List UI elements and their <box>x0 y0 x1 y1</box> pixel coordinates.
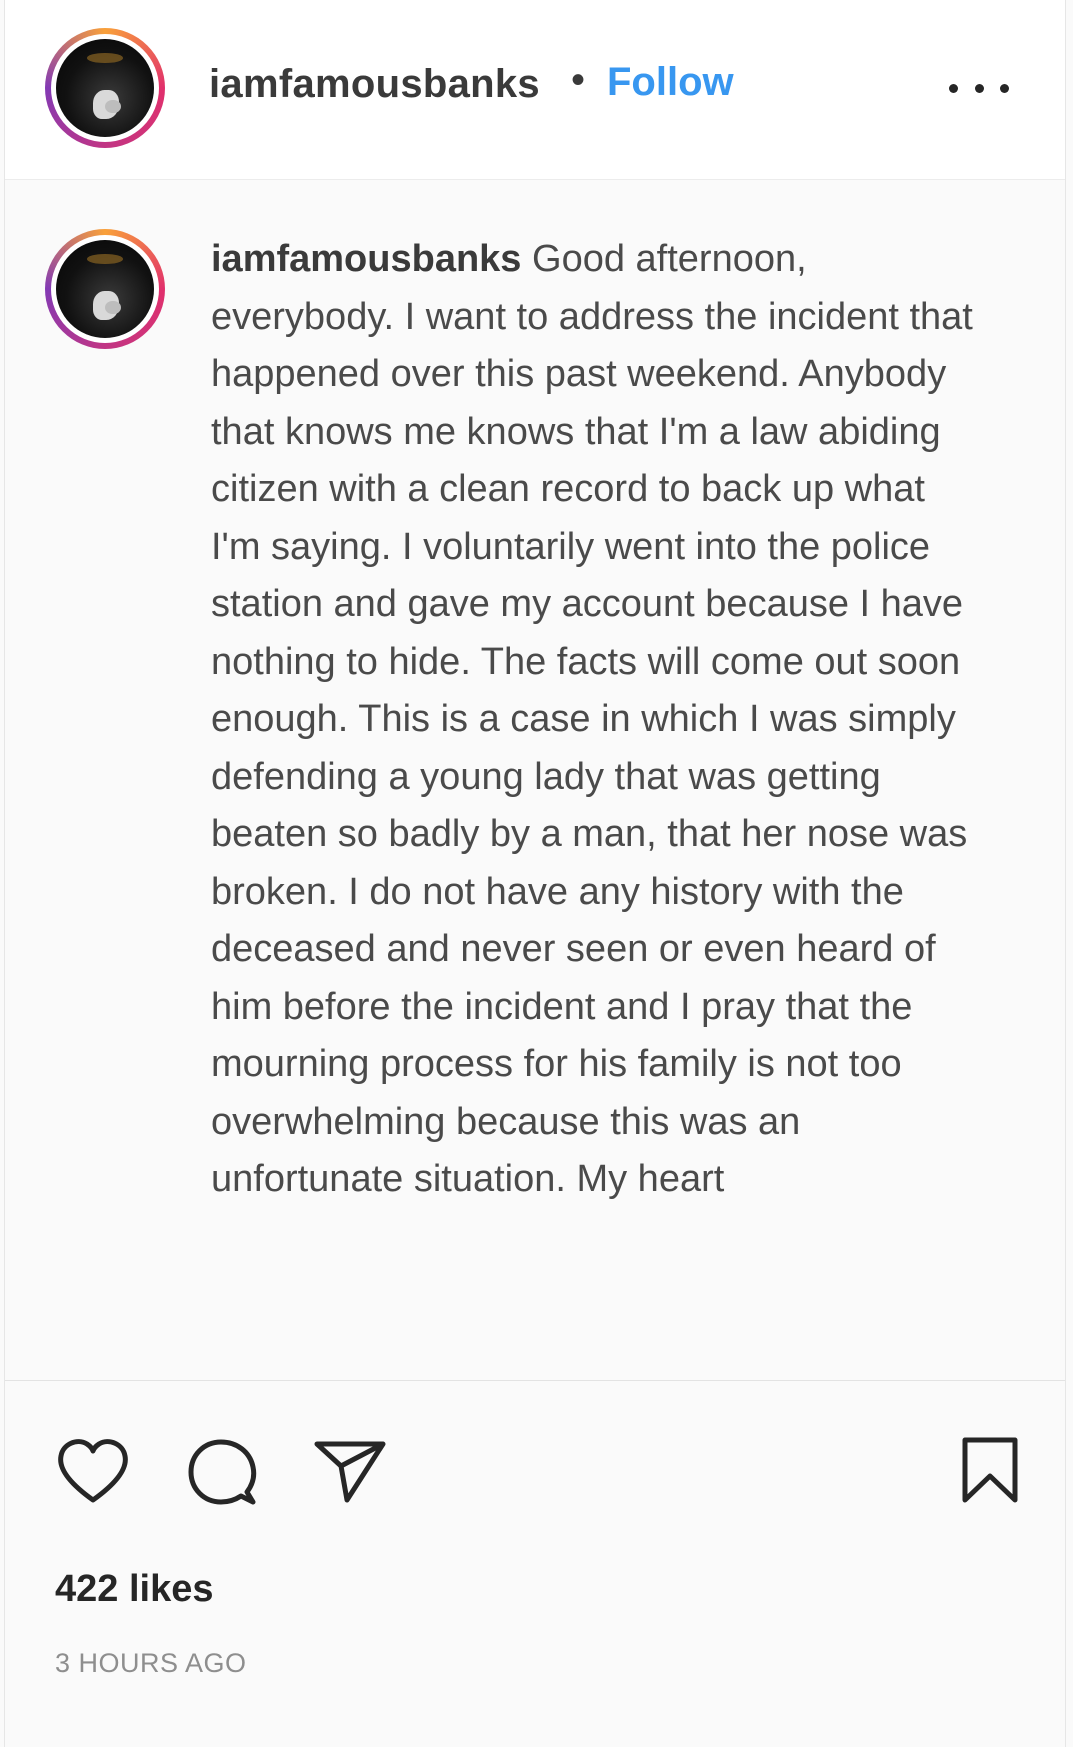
avatar-face-detail <box>105 99 121 114</box>
avatar-hat <box>87 253 123 264</box>
avatar-photo <box>56 240 154 338</box>
caption-text: iamfamousbanks Good afternoon, everybody… <box>211 231 981 1209</box>
caption-area: iamfamousbanks Good afternoon, everybody… <box>5 181 1065 1379</box>
caption-body: Good afternoon, everybody. I want to add… <box>211 238 973 1200</box>
avatar-face-detail <box>105 300 121 315</box>
heart-icon[interactable] <box>55 1436 131 1506</box>
paper-plane-icon[interactable] <box>313 1436 387 1506</box>
avatar-ring-gap <box>51 235 159 343</box>
action-bar <box>5 1400 1065 1520</box>
author-username[interactable]: iamfamousbanks <box>209 62 540 107</box>
divider <box>5 1380 1065 1381</box>
avatar-hat <box>87 52 123 63</box>
post-header: iamfamousbanks • Follow <box>5 0 1065 180</box>
more-dot <box>1000 83 1009 93</box>
follow-button[interactable]: Follow <box>607 60 734 105</box>
avatar-photo <box>56 39 154 137</box>
comment-icon[interactable] <box>185 1436 259 1510</box>
more-dot <box>974 83 984 93</box>
more-dot <box>949 83 958 93</box>
caption-avatar[interactable] <box>45 229 165 349</box>
caption-username[interactable]: iamfamousbanks <box>211 238 521 280</box>
bookmark-icon[interactable] <box>959 1436 1021 1506</box>
likes-count[interactable]: 422 likes <box>55 1568 213 1611</box>
more-options-icon[interactable] <box>949 68 1009 108</box>
author-avatar[interactable] <box>45 28 165 148</box>
instagram-post: iamfamousbanks • Follow iamfamousbanks G… <box>4 0 1066 1747</box>
post-timestamp[interactable]: 3 HOURS AGO <box>55 1648 247 1679</box>
separator-dot: • <box>571 58 586 102</box>
avatar-ring-gap <box>51 34 159 142</box>
